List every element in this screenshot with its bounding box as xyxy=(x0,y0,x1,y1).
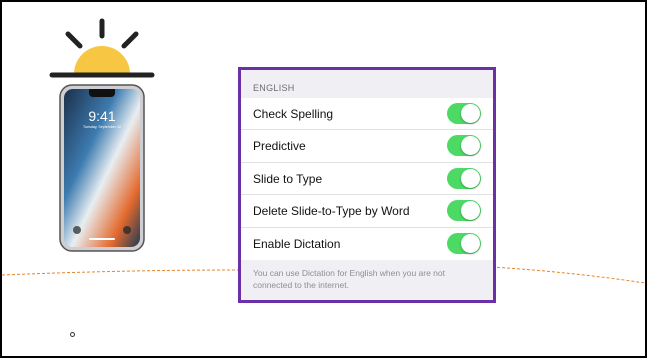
slide-canvas: 9:41 Tuesday, September 12 ENGLISH Check… xyxy=(0,0,647,358)
sun-icon xyxy=(49,18,155,78)
slide-to-type-toggle[interactable] xyxy=(447,167,481,189)
setting-label: Enable Dictation xyxy=(253,236,341,251)
delete-slide-to-type-by-word-toggle[interactable] xyxy=(447,200,481,222)
toggle-knob xyxy=(461,136,480,156)
setting-row-slide-to-type[interactable]: Slide to Type xyxy=(241,163,493,196)
toggle-knob xyxy=(461,104,480,123)
setting-label: Delete Slide-to-Type by Word xyxy=(253,204,410,219)
setting-label: Check Spelling xyxy=(253,107,334,121)
toggle-knob xyxy=(461,233,480,253)
bullet-point xyxy=(70,332,75,337)
dictation-footer-note: You can use Dictation for English when y… xyxy=(253,267,446,290)
setting-label: Slide to Type xyxy=(253,171,323,186)
enable-dictation-toggle[interactable] xyxy=(447,232,481,254)
lock-screen-date: Tuesday, September 12 xyxy=(83,125,121,129)
setting-row-predictive[interactable]: Predictive xyxy=(241,130,493,163)
lock-screen-time: 9:41 xyxy=(88,108,116,124)
keyboard-settings-panel: ENGLISH Check Spelling Predictive Slide … xyxy=(238,67,496,303)
predictive-toggle[interactable] xyxy=(447,135,481,157)
section-header: ENGLISH xyxy=(253,83,295,93)
setting-row-enable-dictation[interactable]: Enable Dictation xyxy=(241,228,493,260)
setting-row-delete-slide-to-type-by-word[interactable]: Delete Slide-to-Type by Word xyxy=(241,195,493,228)
settings-list: Check Spelling Predictive Slide to Type … xyxy=(241,98,493,260)
setting-row-check-spelling[interactable]: Check Spelling xyxy=(241,98,493,131)
toggle-knob xyxy=(461,168,480,188)
toggle-knob xyxy=(461,201,480,221)
setting-label: Predictive xyxy=(253,139,306,154)
check-spelling-toggle[interactable] xyxy=(447,103,481,124)
